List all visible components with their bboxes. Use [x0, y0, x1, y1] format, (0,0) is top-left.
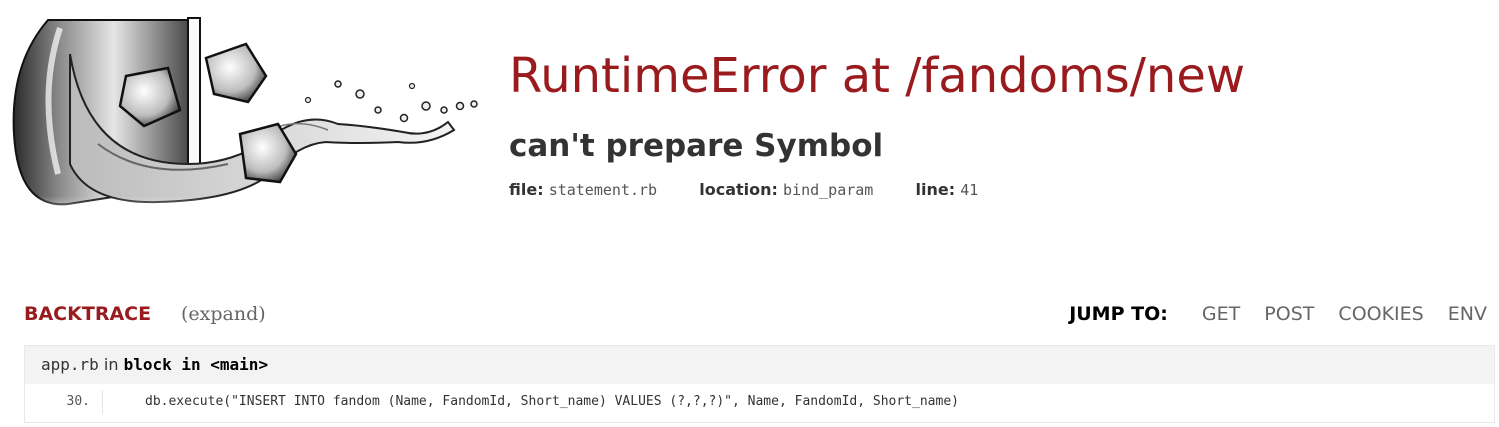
- error-header: RuntimeError at /fandoms/new can't prepa…: [509, 44, 1245, 202]
- jump-link-cookies[interactable]: COOKIES: [1338, 303, 1423, 325]
- code-text: db.execute("INSERT INTO fandom (Name, Fa…: [145, 394, 959, 409]
- line-number: 30.: [25, 390, 103, 414]
- file-value: statement.rb: [548, 181, 658, 199]
- backtrace-expand-link[interactable]: (expand): [181, 299, 266, 329]
- frame-in: in: [103, 355, 119, 374]
- backtrace-bar: BACKTRACE (expand) JUMP TO: GET POST COO…: [24, 299, 1487, 329]
- file-label: file:: [509, 180, 544, 199]
- jump-to-label: JUMP TO:: [1069, 303, 1168, 325]
- jump-link-get[interactable]: GET: [1202, 303, 1240, 325]
- frame-header[interactable]: app.rb in block in <main>: [25, 346, 1494, 384]
- error-title: RuntimeError at /fandoms/new: [509, 48, 1246, 104]
- line-value: 41: [960, 181, 979, 199]
- frame-code-line: 30. db.execute("INSERT INTO fandom (Name…: [25, 384, 1494, 422]
- backtrace-frame[interactable]: app.rb in block in <main> 30. db.execute…: [24, 345, 1495, 423]
- jump-link-env[interactable]: ENV: [1448, 303, 1487, 325]
- jump-link-post[interactable]: POST: [1264, 303, 1314, 325]
- jump-to-nav: JUMP TO: GET POST COOKIES ENV: [1069, 299, 1487, 329]
- location-value: bind_param: [783, 181, 874, 199]
- error-meta: file: statement.rb location: bind_param …: [509, 178, 1245, 202]
- line-label: line:: [915, 180, 956, 199]
- location-label: location:: [699, 180, 778, 199]
- backtrace-title: BACKTRACE: [24, 303, 152, 325]
- frame-function: block in <main>: [123, 355, 269, 374]
- sinatra-splash-logo: [8, 17, 488, 226]
- error-message: can't prepare Symbol: [509, 128, 884, 164]
- frame-file: app.rb: [41, 355, 99, 374]
